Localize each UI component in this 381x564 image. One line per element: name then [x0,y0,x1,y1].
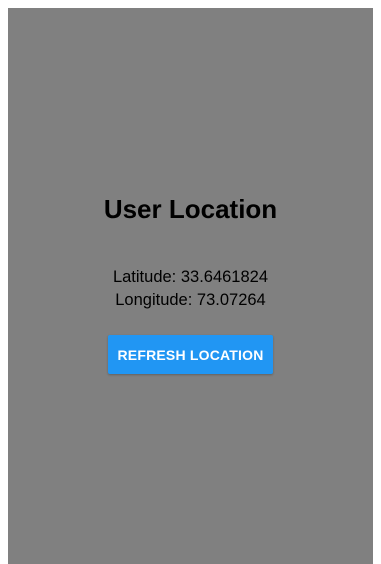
latitude-label: Latitude: [112,268,181,286]
longitude-row: Longitude: 73.07264 [115,289,265,312]
coordinates-panel: Latitude: 33.6461824 Longitude: 73.07264 [113,266,268,312]
latitude-row: Latitude: 33.6461824 [113,266,268,289]
refresh-location-button[interactable]: REFRESH LOCATION [108,335,273,374]
location-screen: User Location Latitude: 33.6461824 Longi… [8,8,373,564]
longitude-value: 73.07264 [196,291,266,309]
longitude-label: Longitude: [115,291,197,309]
page-title: User Location [103,194,278,224]
latitude-value: 33.6461824 [180,268,269,286]
